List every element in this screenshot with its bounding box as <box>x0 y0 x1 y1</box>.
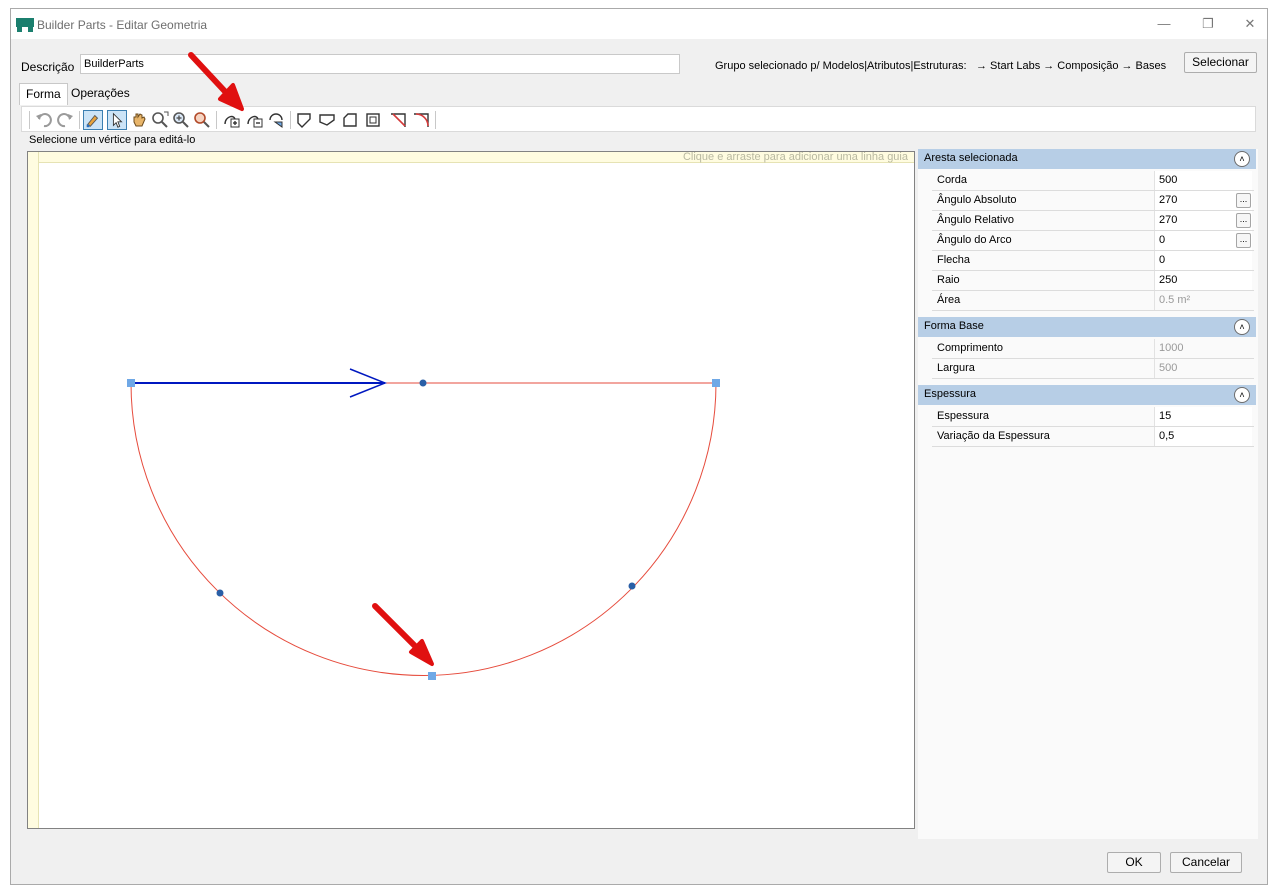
shape-arc-edge[interactable] <box>130 382 717 676</box>
thickness-section-header[interactable]: Espessura ˄ <box>918 385 1256 405</box>
prop-name: Ângulo Relativo <box>937 214 1015 226</box>
redo-icon[interactable] <box>55 110 75 130</box>
ok-button[interactable]: OK <box>1107 852 1161 873</box>
collapse-icon[interactable]: ˄ <box>1234 151 1250 167</box>
toolbar-separator <box>435 111 436 129</box>
espessura-input[interactable]: 15 <box>1154 407 1252 426</box>
edge-midpoint[interactable] <box>216 589 224 597</box>
title-bar: Builder Parts - Editar Geometria — ❐ ✕ <box>11 9 1267 39</box>
flecha-input[interactable]: 0 <box>1154 251 1252 270</box>
cancel-button[interactable]: Cancelar <box>1170 852 1242 873</box>
variacao-espessura-input[interactable]: 0,5 <box>1154 427 1252 446</box>
edge-section-title: Aresta selecionada <box>924 152 1018 164</box>
description-input[interactable]: BuilderParts <box>80 54 680 74</box>
restore-icon[interactable]: ❐ <box>1193 13 1223 35</box>
prop-row-raio: Raio 250 <box>932 271 1254 291</box>
prop-name: Área <box>937 294 961 306</box>
base-section-header[interactable]: Forma Base ˄ <box>918 317 1256 337</box>
ellipsis-button[interactable]: ... <box>1236 213 1251 228</box>
base-section-title: Forma Base <box>924 320 984 332</box>
description-label: Descrição <box>21 60 75 74</box>
largura-value: 500 <box>1154 359 1252 378</box>
window-title: Builder Parts - Editar Geometria <box>37 18 208 32</box>
prop-name: Largura <box>937 362 975 374</box>
cut-corner-icon[interactable] <box>388 110 408 130</box>
prop-row-flecha: Flecha 0 <box>932 251 1254 271</box>
drawing-canvas[interactable]: Clique e arraste para adicionar uma linh… <box>27 151 915 829</box>
toolbar-separator <box>79 111 80 129</box>
tab-forma[interactable]: Forma <box>19 83 68 105</box>
annotation-arrow <box>188 52 244 111</box>
prop-row-angulo-arco: Ângulo do Arco 0... <box>932 231 1254 251</box>
annotation-arrow <box>372 603 434 666</box>
prop-value: 0 <box>1159 234 1166 246</box>
shape-b-icon[interactable] <box>317 110 337 130</box>
editor-window: Builder Parts - Editar Geometria — ❐ ✕ D… <box>10 8 1268 885</box>
close-icon[interactable]: ✕ <box>1235 13 1265 35</box>
corda-input[interactable]: 500 <box>1154 171 1252 190</box>
prop-name: Comprimento <box>937 342 1004 354</box>
prop-row-angulo-relativo: Ângulo Relativo 270... <box>932 211 1254 231</box>
toolbar-separator <box>29 111 30 129</box>
tab-operacoes[interactable]: Operações <box>65 83 136 103</box>
raio-input[interactable]: 250 <box>1154 271 1252 290</box>
property-panel: Aresta selecionada ˄ Corda 500 Ângulo Ab… <box>918 149 1258 839</box>
shape-c-icon[interactable] <box>340 110 360 130</box>
edit-vertex-icon[interactable] <box>83 110 103 130</box>
thickness-section-title: Espessura <box>924 388 976 400</box>
round-corner-icon[interactable] <box>411 110 431 130</box>
select-group-button[interactable]: Selecionar <box>1184 52 1257 73</box>
select-pointer-icon[interactable] <box>107 110 127 130</box>
shape-drawing <box>127 368 720 680</box>
collapse-icon[interactable]: ˄ <box>1234 319 1250 335</box>
prop-name: Flecha <box>937 254 971 266</box>
prop-name: Ângulo Absoluto <box>937 194 1017 206</box>
edge-section-header[interactable]: Aresta selecionada ˄ <box>918 149 1256 169</box>
angulo-relativo-input[interactable]: 270... <box>1154 211 1252 230</box>
prop-row-variacao-espessura: Variação da Espessura 0,5 <box>932 427 1254 447</box>
minimize-icon[interactable]: — <box>1149 13 1179 35</box>
shape-d-icon[interactable] <box>363 110 383 130</box>
app-icon <box>16 18 34 32</box>
shape-a-icon[interactable] <box>294 110 314 130</box>
prop-name: Ângulo do Arco <box>937 234 1012 246</box>
ellipsis-button[interactable]: ... <box>1236 233 1251 248</box>
edge-midpoint[interactable] <box>419 379 427 387</box>
group-label: Grupo selecionado p/ Modelos|Atributos|E… <box>715 60 967 72</box>
ellipsis-button[interactable]: ... <box>1236 193 1251 208</box>
collapse-icon[interactable]: ˄ <box>1234 387 1250 403</box>
prop-name: Variação da Espessura <box>937 430 1050 442</box>
prop-name: Raio <box>937 274 960 286</box>
angulo-arco-input[interactable]: 0... <box>1154 231 1252 250</box>
instruction-hint: Selecione um vértice para editá-lo <box>29 134 196 146</box>
prop-row-corda: Corda 500 <box>932 171 1254 191</box>
vertex-handle[interactable] <box>428 672 436 680</box>
undo-icon[interactable] <box>34 110 54 130</box>
vertex-handle[interactable] <box>712 379 720 387</box>
angulo-absoluto-input[interactable]: 270... <box>1154 191 1252 210</box>
prop-value: 270 <box>1159 214 1178 226</box>
prop-row-angulo-absoluto: Ângulo Absoluto 270... <box>932 191 1254 211</box>
vertex-handle[interactable] <box>127 379 135 387</box>
comprimento-value: 1000 <box>1154 339 1252 358</box>
prop-row-comprimento: Comprimento 1000 <box>932 339 1254 359</box>
pan-hand-icon[interactable] <box>129 110 149 130</box>
toolbar-separator <box>290 111 291 129</box>
prop-value: 270 <box>1159 194 1178 206</box>
rotate-icon[interactable] <box>266 110 286 130</box>
prop-name: Corda <box>937 174 967 186</box>
edge-midpoint[interactable] <box>628 582 636 590</box>
area-value: 0.5 m² <box>1154 291 1252 310</box>
prop-row-largura: Largura 500 <box>932 359 1254 379</box>
prop-row-espessura: Espessura 15 <box>932 407 1254 427</box>
zoom-extents-icon[interactable] <box>150 110 170 130</box>
prop-row-area: Área 0.5 m² <box>932 291 1254 311</box>
prop-name: Espessura <box>937 410 989 422</box>
group-path: → Start Labs → Composição → Bases <box>976 60 1167 72</box>
